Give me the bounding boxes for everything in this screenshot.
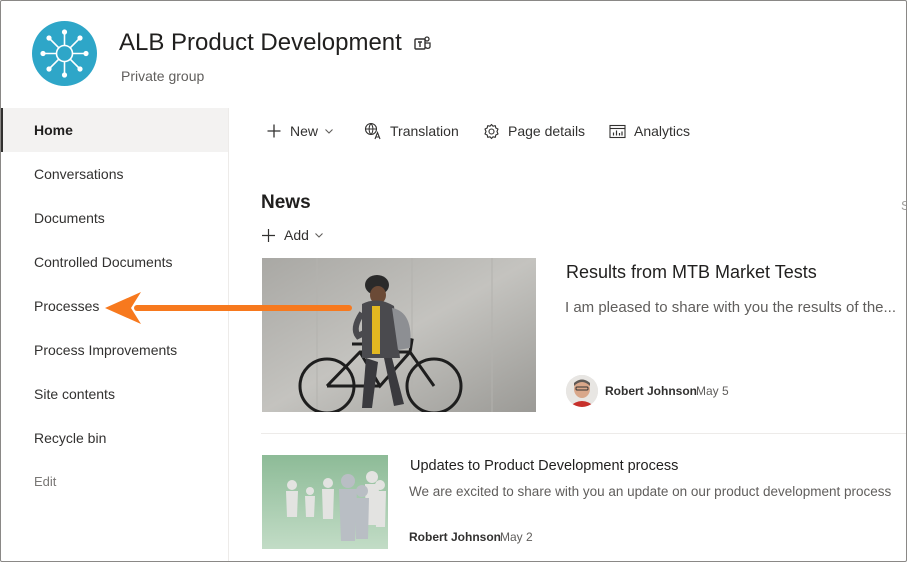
translate-icon [364,122,381,140]
teams-icon[interactable] [414,35,432,53]
nav-edit-link[interactable]: Edit [1,460,228,504]
avatar[interactable] [566,375,598,407]
nav-item-site-contents[interactable]: Site contents [1,372,228,416]
analytics-button[interactable]: Analytics [609,118,690,144]
site-logo[interactable] [32,21,97,86]
site-header: ALB Product Development Private group [1,1,906,108]
chevron-down-icon [315,233,323,238]
site-title: ALB Product Development [119,29,402,56]
nav-item-documents[interactable]: Documents [1,196,228,240]
news-date: May 5 [696,384,729,398]
group-privacy-label: Private group [121,68,205,84]
analytics-button-label: Analytics [634,123,691,139]
network-icon [40,29,89,78]
nav-item-controlled-documents[interactable]: Controlled Documents [1,240,228,284]
news-item-description: I am pleased to share with you the resul… [565,299,897,316]
nav-item-recycle-bin[interactable]: Recycle bin [1,416,228,460]
news-item-title[interactable]: Results from MTB Market Tests [566,262,817,283]
news-author[interactable]: Robert Johnson [409,530,501,544]
translation-button[interactable]: Translation [364,118,459,144]
news-date: May 2 [500,530,533,544]
translation-button-label: Translation [390,123,459,139]
news-item-description: We are excited to share with you an upda… [409,484,892,499]
add-news-button[interactable]: Add [261,225,332,245]
nav-item-process-improvements[interactable]: Process Improvements [1,328,228,372]
new-button-label: New [290,123,319,139]
page-details-button[interactable]: Page details [483,118,585,144]
see-all-link[interactable]: S [901,198,906,213]
chevron-down-icon [325,129,333,134]
news-thumbnail-figures[interactable] [262,455,388,549]
news-thumbnail-cyclist[interactable] [262,258,536,412]
page-details-button-label: Page details [508,123,586,139]
left-navigation: Home Conversations Documents Controlled … [1,108,229,561]
news-section-title: News [261,192,311,213]
news-divider [261,433,906,434]
analytics-icon [609,124,626,138]
gear-icon [484,123,499,139]
annotation-arrow [105,292,352,324]
add-news-label: Add [284,227,309,243]
plus-icon [267,124,281,138]
plus-icon [262,228,275,242]
nav-item-home[interactable]: Home [1,108,228,152]
new-button[interactable]: New [266,118,334,144]
news-item-title[interactable]: Updates to Product Development process [410,458,678,474]
sharepoint-window: ALB Product Development Private group Ho… [0,0,907,562]
nav-item-conversations[interactable]: Conversations [1,152,228,196]
news-author[interactable]: Robert Johnson [605,384,697,398]
